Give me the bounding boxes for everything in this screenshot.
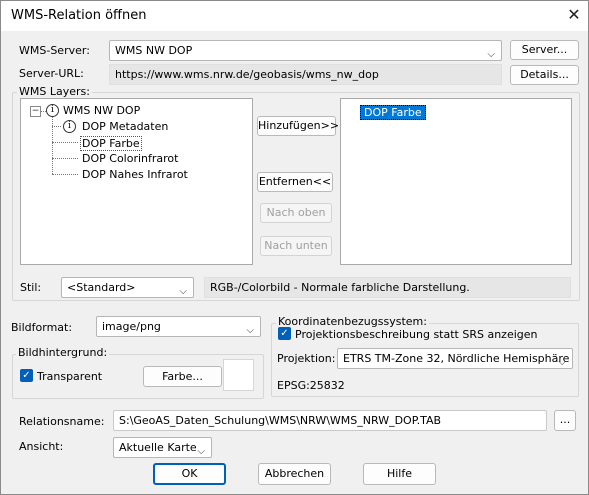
- projection-label: Projektion:: [277, 352, 336, 365]
- remove-layer-button[interactable]: Entfernen<<: [257, 172, 333, 192]
- wms-server-value: WMS NW DOP: [115, 44, 193, 57]
- chevron-down-icon: ⌵: [558, 356, 566, 368]
- server-button[interactable]: Server...: [510, 40, 579, 60]
- help-button[interactable]: Hilfe: [363, 463, 436, 485]
- server-url-label: Server-URL:: [19, 67, 84, 80]
- style-description: RGB-/Colorbild - Normale farbliche Darst…: [204, 277, 571, 298]
- title-bar: WMS-Relation öffnen ✕: [1, 1, 588, 31]
- tree-root-label[interactable]: WMS NW DOP: [63, 104, 140, 117]
- info-icon: i: [63, 120, 76, 133]
- view-select[interactable]: Aktuelle Karte ⌵: [113, 437, 212, 458]
- tree-connector: [52, 174, 78, 175]
- layer-tree[interactable]: − i WMS NW DOP i DOP Metadaten DOP Farbe…: [20, 98, 253, 265]
- projection-description-checkbox[interactable]: ✓: [278, 327, 291, 340]
- chevron-down-icon: ⌵: [246, 324, 254, 336]
- tree-connector: [52, 126, 61, 127]
- style-select[interactable]: <Standard> ⌵: [61, 277, 194, 298]
- color-swatch: [223, 359, 254, 391]
- add-layer-button[interactable]: Hinzufügen>>: [257, 116, 339, 136]
- relation-name-value: S:\GeoAS_Daten_Schulung\WMS\NRW\WMS_NRW_…: [119, 414, 442, 427]
- transparent-checkbox[interactable]: ✓: [20, 369, 33, 382]
- image-format-select[interactable]: image/png ⌵: [96, 316, 261, 337]
- server-url-field: https://www.wms.nrw.de/geobasis/wms_nw_d…: [109, 64, 502, 85]
- projection-select[interactable]: ETRS TM-Zone 32, Nördliche Hemisphäre (E…: [337, 348, 573, 369]
- style-value: <Standard>: [67, 281, 136, 294]
- wms-relation-dialog: WMS-Relation öffnen ✕ WMS-Server: WMS NW…: [0, 0, 589, 495]
- move-up-button[interactable]: Nach oben: [260, 203, 332, 223]
- image-format-value: image/png: [102, 320, 161, 333]
- selected-layers-list[interactable]: DOP Farbe: [340, 98, 572, 265]
- selected-layer-item[interactable]: DOP Farbe: [360, 105, 426, 120]
- move-down-button[interactable]: Nach unten: [260, 236, 332, 256]
- transparent-label: Transparent: [37, 370, 103, 383]
- view-label: Ansicht:: [19, 440, 64, 453]
- chevron-down-icon: ⌵: [197, 445, 205, 457]
- projection-description-label: Projektionsbeschreibung statt SRS anzeig…: [295, 328, 538, 341]
- tree-connector: [52, 142, 78, 143]
- tree-item-dop-farbe[interactable]: DOP Farbe: [80, 136, 142, 151]
- tree-item-dop-colorinfrarot[interactable]: DOP Colorinfrarot: [82, 152, 178, 165]
- tree-item-dop-metadaten[interactable]: DOP Metadaten: [82, 120, 168, 133]
- cancel-button[interactable]: Abbrechen: [258, 463, 331, 485]
- wms-layers-label: WMS Layers:: [17, 85, 92, 98]
- relation-name-input[interactable]: S:\GeoAS_Daten_Schulung\WMS\NRW\WMS_NRW_…: [113, 410, 547, 431]
- close-icon[interactable]: ✕: [565, 6, 583, 24]
- color-button[interactable]: Farbe...: [143, 366, 222, 387]
- tree-item-dop-nahes-infrarot[interactable]: DOP Nahes Infrarot: [82, 168, 188, 181]
- wms-server-label: WMS-Server:: [19, 44, 90, 57]
- relation-name-label: Relationsname:: [19, 415, 105, 428]
- info-icon: i: [46, 104, 59, 117]
- wms-server-select[interactable]: WMS NW DOP ⌵: [109, 40, 502, 61]
- view-value: Aktuelle Karte: [119, 441, 197, 454]
- details-button[interactable]: Details...: [510, 65, 579, 85]
- style-label: Stil:: [20, 281, 42, 294]
- chevron-down-icon: ⌵: [179, 285, 187, 297]
- epsg-code: EPSG:25832: [277, 379, 345, 392]
- image-format-label: Bildformat:: [11, 321, 73, 334]
- background-group-label: Bildhintergrund:: [16, 346, 110, 359]
- window-title: WMS-Relation öffnen: [11, 8, 147, 23]
- ok-button[interactable]: OK: [153, 463, 226, 485]
- browse-button[interactable]: ...: [554, 410, 576, 431]
- collapse-icon[interactable]: −: [30, 106, 41, 117]
- projection-value: ETRS TM-Zone 32, Nördliche Hemisphäre (E: [343, 352, 573, 365]
- tree-connector: [52, 158, 78, 159]
- chevron-down-icon: ⌵: [487, 48, 495, 60]
- crs-group-label: Koordinatenbezugssystem:: [276, 315, 429, 328]
